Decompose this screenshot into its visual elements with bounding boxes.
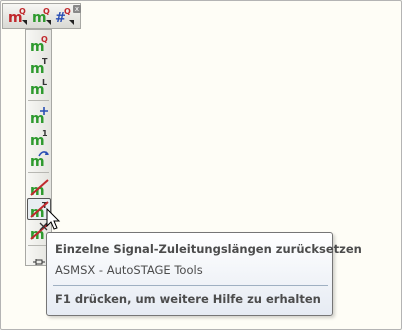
m-l-button[interactable]: m L (27, 75, 51, 98)
m-t-button[interactable]: m T (27, 54, 51, 77)
m-t-icon: m T (30, 57, 48, 77)
strike-button[interactable]: m (27, 176, 51, 199)
tooltip-title: Einzelne Signal-Zuleitungslängen zurücks… (55, 242, 362, 256)
strike-icon: m (30, 179, 49, 199)
svg-text:Q: Q (64, 7, 71, 16)
mouse-cursor-icon (46, 207, 62, 232)
svg-text:Q: Q (41, 35, 48, 44)
svg-text:1: 1 (42, 129, 48, 138)
svg-text:m: m (30, 154, 45, 169)
m-plus-icon: m (30, 107, 48, 127)
tooltip: Einzelne Signal-Zuleitungslängen zurücks… (46, 232, 362, 316)
m-plus-button[interactable]: m (27, 104, 51, 127)
m-1-button[interactable]: m 1 (27, 126, 51, 149)
m-q-dropdown-button-1[interactable]: m Q (5, 5, 29, 27)
pin-icon[interactable] (32, 252, 46, 265)
m-q-dropdown-icon: m Q (32, 7, 51, 26)
m-q-icon: m Q (30, 35, 48, 55)
m-q-dropdown-icon: m Q (8, 7, 27, 26)
m-q-dropdown-button-2[interactable]: m Q (29, 5, 53, 27)
m-q-button[interactable]: m Q (27, 32, 51, 55)
svg-text:Q: Q (19, 7, 26, 16)
svg-text:T: T (42, 57, 48, 66)
close-icon[interactable]: x (73, 5, 81, 13)
m-1-icon: m 1 (30, 129, 48, 149)
tooltip-divider (53, 285, 328, 286)
m-arrow-button[interactable]: m (27, 147, 51, 170)
toolbar-divider (28, 172, 49, 173)
m-arrow-icon: m (30, 151, 49, 170)
svg-text:Q: Q (43, 7, 50, 16)
svg-text:m: m (30, 111, 45, 126)
svg-text:L: L (42, 78, 47, 87)
tooltip-help: F1 drücken, um weitere Hilfe zu erhalten (55, 292, 321, 306)
toolbar-divider (28, 100, 49, 101)
top-toolbar: m Q m Q # Q x (2, 3, 81, 29)
tooltip-body: ASMSX - AutoSTAGE Tools (55, 263, 203, 277)
m-l-icon: m L (30, 78, 47, 98)
